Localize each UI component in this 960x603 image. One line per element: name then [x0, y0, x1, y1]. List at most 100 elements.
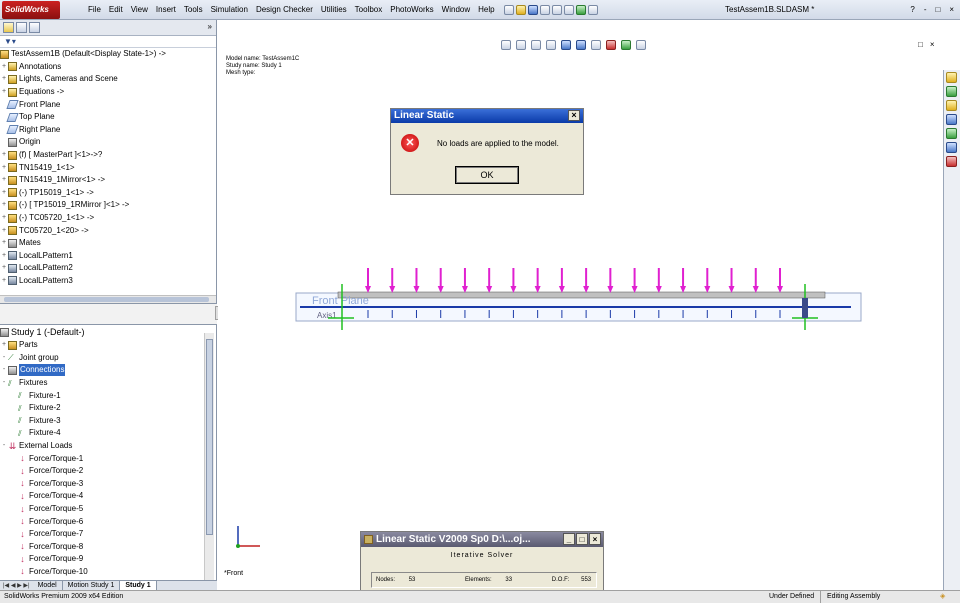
study-tree-scrollbar[interactable]: [204, 333, 214, 580]
print-icon[interactable]: [539, 4, 550, 15]
zoom-to-fit-icon[interactable]: [501, 40, 511, 50]
expand-toggle[interactable]: +: [0, 174, 8, 186]
menu-insert[interactable]: Insert: [152, 0, 180, 20]
menu-help[interactable]: Help: [474, 0, 498, 20]
help-icon[interactable]: ?: [910, 0, 914, 20]
progress-maximize-button[interactable]: □: [576, 533, 588, 545]
load-item[interactable]: ↓ Force/Torque-3: [0, 478, 216, 491]
menu-edit[interactable]: Edit: [105, 0, 127, 20]
display-style-icon[interactable]: [576, 40, 586, 50]
viewport-restore-button[interactable]: □: [918, 40, 923, 49]
load-item[interactable]: ↓ Force/Torque-5: [0, 503, 216, 516]
fixture-item[interactable]: ⫽ Fixture-2: [0, 402, 216, 415]
progress-minimize-button[interactable]: _: [563, 533, 575, 545]
expand-toggle[interactable]: +: [0, 149, 8, 161]
design-library-icon[interactable]: [946, 86, 957, 97]
restore-button[interactable]: □: [935, 0, 940, 20]
feature-tree-item[interactable]: + TC05720_1<20> ->: [0, 224, 216, 237]
view-orientation-icon[interactable]: [561, 40, 571, 50]
feature-tree-item[interactable]: + LocalLPattern2: [0, 262, 216, 275]
save-icon[interactable]: [527, 4, 538, 15]
study-external-loads[interactable]: - ⇊ External Loads: [0, 440, 216, 453]
resources-icon[interactable]: [946, 72, 957, 83]
expand-toggle[interactable]: +: [0, 225, 8, 237]
feature-tree-item[interactable]: + (-) TP15019_1<1> ->: [0, 187, 216, 200]
feature-tree-item[interactable]: + TN15419_1Mirror<1> ->: [0, 174, 216, 187]
collapse-panel-icon[interactable]: »: [208, 22, 212, 31]
dialog-close-button[interactable]: ×: [568, 110, 580, 121]
scroll-thumb[interactable]: [206, 339, 213, 535]
expand-toggle[interactable]: +: [0, 73, 8, 85]
tab-nav-arrows[interactable]: |◀ ◀ ▶ ▶|: [0, 582, 33, 589]
quick-tips-icon[interactable]: ◈: [940, 591, 945, 603]
feature-tree-item[interactable]: + (-) [ TP15019_1RMirror ]<1> ->: [0, 199, 216, 212]
hide-show-icon[interactable]: [591, 40, 601, 50]
close-button[interactable]: ×: [949, 0, 954, 20]
load-item[interactable]: ↓ Force/Torque-9: [0, 553, 216, 566]
load-item[interactable]: ↓ Force/Torque-10: [0, 566, 216, 579]
panel-splitter[interactable]: [0, 303, 221, 325]
menu-photoworks[interactable]: PhotoWorks: [386, 0, 437, 20]
feature-tree-item[interactable]: + LocalLPattern1: [0, 250, 216, 263]
menu-view[interactable]: View: [127, 0, 152, 20]
feature-tree-item[interactable]: Right Plane: [0, 124, 216, 137]
view-palette-icon[interactable]: [946, 128, 957, 139]
minimize-button[interactable]: -: [924, 0, 927, 20]
expand-toggle[interactable]: +: [0, 162, 8, 174]
feature-tree-item[interactable]: Front Plane: [0, 98, 216, 111]
property-manager-tab-icon[interactable]: [16, 22, 27, 33]
open-folder-icon[interactable]: [515, 4, 526, 15]
load-item[interactable]: ↓ Force/Torque-2: [0, 465, 216, 478]
ok-button[interactable]: OK: [455, 166, 519, 184]
menu-window[interactable]: Window: [438, 0, 474, 20]
expand-toggle[interactable]: +: [0, 86, 8, 98]
menu-simulation[interactable]: Simulation: [207, 0, 252, 20]
zoom-area-icon[interactable]: [516, 40, 526, 50]
expand-toggle[interactable]: +: [0, 187, 8, 199]
load-item[interactable]: ↓ Force/Torque-8: [0, 541, 216, 554]
tab-study-1[interactable]: Study 1: [120, 581, 157, 590]
study-root[interactable]: Study 1 (-Default-): [0, 325, 216, 339]
file-explorer-icon[interactable]: [946, 100, 957, 111]
feature-tree-scrollbar[interactable]: [0, 295, 216, 303]
custom-properties-icon[interactable]: [946, 156, 957, 167]
feature-tree-item[interactable]: Top Plane: [0, 111, 216, 124]
feature-tree-item[interactable]: + Annotations: [0, 61, 216, 74]
rebuild-icon[interactable]: [575, 4, 586, 15]
expand-toggle[interactable]: +: [0, 262, 8, 274]
menu-file[interactable]: File: [84, 0, 105, 20]
new-document-icon[interactable]: [503, 4, 514, 15]
load-item[interactable]: ↓ Force/Torque-7: [0, 528, 216, 541]
options-icon[interactable]: [587, 4, 598, 15]
expand-toggle[interactable]: +: [0, 212, 8, 224]
study-fixtures[interactable]: - ⫽ Fixtures: [0, 377, 216, 390]
feature-tree-item[interactable]: + TN15419_1<1>: [0, 161, 216, 174]
appearances-icon[interactable]: [946, 142, 957, 153]
filter-icon[interactable]: ▼▾: [4, 37, 16, 46]
load-item[interactable]: ↓ Force/Torque-1: [0, 452, 216, 465]
expand-toggle[interactable]: +: [0, 237, 8, 249]
previous-view-icon[interactable]: [531, 40, 541, 50]
configuration-manager-tab-icon[interactable]: [29, 22, 40, 33]
expand-toggle[interactable]: +: [0, 61, 8, 73]
load-item[interactable]: ↓ Force/Torque-6: [0, 515, 216, 528]
feature-tree-root[interactable]: TestAssem1B (Default<Display State-1>) -…: [0, 48, 216, 61]
feature-filter[interactable]: ▼▾: [0, 36, 216, 48]
study-joint-group[interactable]: - ⟋ Joint group: [0, 352, 216, 365]
scene-icon[interactable]: [621, 40, 631, 50]
study-connections[interactable]: - Connections: [0, 364, 216, 377]
view-settings-icon[interactable]: [636, 40, 646, 50]
fixture-item[interactable]: ⫽ Fixture-1: [0, 389, 216, 402]
feature-tree-item[interactable]: Origin: [0, 136, 216, 149]
fixture-item[interactable]: ⫽ Fixture-3: [0, 415, 216, 428]
load-item[interactable]: ↓ Force/Torque-4: [0, 490, 216, 503]
feature-tree-tab-icon[interactable]: [3, 22, 14, 33]
expand-toggle[interactable]: +: [0, 275, 8, 287]
feature-tree-item[interactable]: + (-) TC05720_1<1> ->: [0, 212, 216, 225]
feature-tree-item[interactable]: + (f) [ MasterPart ]<1>->?: [0, 149, 216, 162]
solidworks-logo[interactable]: SolidWorks: [2, 0, 60, 19]
feature-tree-item[interactable]: + LocalLPattern3: [0, 275, 216, 288]
tab-motion-study[interactable]: Motion Study 1: [63, 581, 121, 590]
undo-icon[interactable]: [551, 4, 562, 15]
search-icon[interactable]: [946, 114, 957, 125]
